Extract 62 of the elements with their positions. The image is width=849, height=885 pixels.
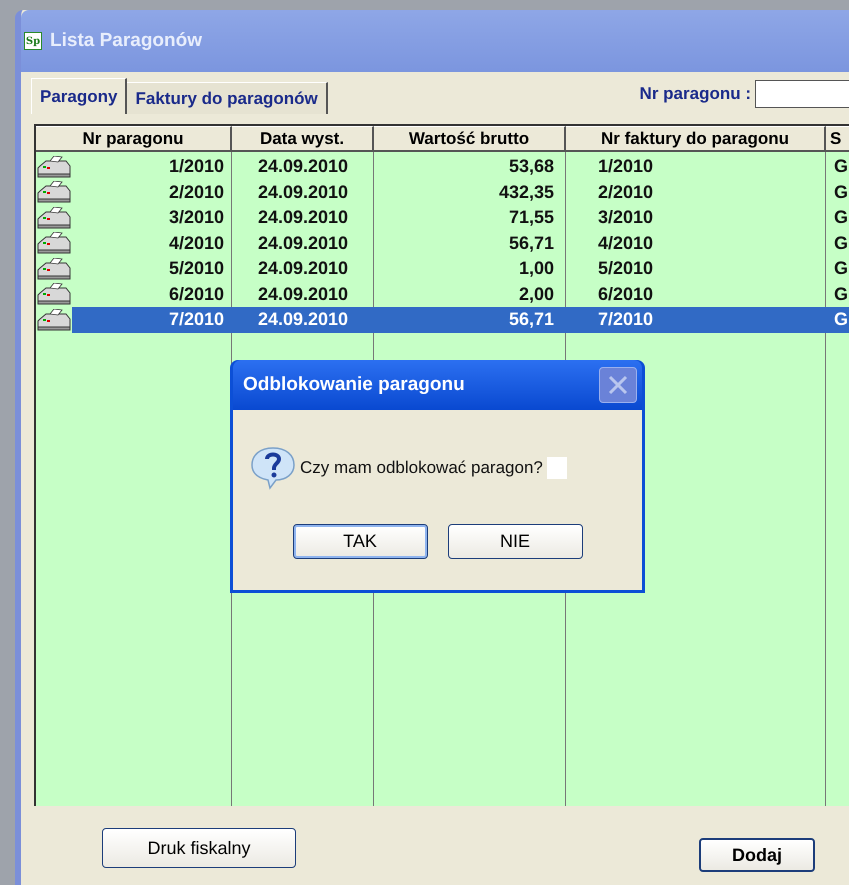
fiscal-print-button[interactable]: Druk fiskalny xyxy=(102,828,296,868)
table-cell-text: G xyxy=(833,155,849,178)
table-row[interactable]: 2/2010 24.09.2010 432,35 2/2010 G xyxy=(36,180,849,205)
table-cell-text: 71,55 xyxy=(508,206,555,229)
table-cell-text: 53,68 xyxy=(508,155,555,178)
table-cell-text: G xyxy=(833,206,849,229)
blank-square xyxy=(546,457,567,479)
table-cell-text: 24.09.2010 xyxy=(256,155,350,178)
table-cell: 24.09.2010 xyxy=(232,307,374,332)
table-cell-text: 432,35 xyxy=(498,180,555,204)
table-cell-text: 4/2010 xyxy=(168,232,225,254)
table-row[interactable]: 1/2010 24.09.2010 53,68 1/2010 G xyxy=(36,154,849,180)
dialog-button[interactable]: NIE xyxy=(448,524,582,559)
column-header[interactable]: S xyxy=(826,126,849,152)
table-cell-text: 24.09.2010 xyxy=(256,206,350,229)
table-cell-text: 6/2010 xyxy=(168,282,225,306)
table-cell: 7/2010 xyxy=(72,307,232,332)
table-cell-text: 56,71 xyxy=(508,232,555,254)
tab[interactable]: Paragony xyxy=(31,78,128,114)
table-cell-text: 3/2010 xyxy=(597,206,654,229)
column-header[interactable]: Wartość brutto xyxy=(374,126,566,152)
dialog-title: Odblokowanie paragonu xyxy=(243,372,465,397)
search-field[interactable] xyxy=(755,80,849,108)
tab[interactable]: Faktury do paragonów xyxy=(127,82,328,114)
table-cell-text: 5/2010 xyxy=(597,257,654,280)
window-title: Lista Paragonów xyxy=(50,28,202,53)
table-cell-text: 24.09.2010 xyxy=(256,180,350,204)
add-button[interactable]: Dodaj xyxy=(699,838,815,872)
table-cell-text: 1,00 xyxy=(518,257,555,280)
close-icon xyxy=(608,375,628,395)
table-cell-text: 2/2010 xyxy=(597,180,654,204)
table-cell-text: G xyxy=(833,282,849,306)
column-header[interactable]: Nr paragonu xyxy=(36,126,232,152)
table-row[interactable]: 3/2010 24.09.2010 71,55 3/2010 G xyxy=(36,205,849,230)
table-cell-text: 1/2010 xyxy=(597,155,654,178)
table-cell-text: G xyxy=(833,257,849,280)
table-row[interactable]: 5/2010 24.09.2010 1,00 5/2010 G xyxy=(36,256,849,282)
dialog-button[interactable]: TAK xyxy=(292,524,428,559)
column-header[interactable]: Data wyst. xyxy=(232,126,374,152)
table-cell: 7/2010 xyxy=(566,307,826,332)
table-cell-text: 5/2010 xyxy=(168,257,225,280)
table-cell-text: 2/2010 xyxy=(168,180,225,204)
table-row[interactable]: 7/2010 24.09.2010 56,71 7/2010 G xyxy=(36,307,849,332)
table-cell-text: 2,00 xyxy=(518,282,555,306)
app-logo: Sp xyxy=(24,32,42,50)
question-icon xyxy=(250,446,296,490)
table-cell-text: 24.09.2010 xyxy=(256,282,350,306)
table-cell-text: 24.09.2010 xyxy=(256,257,350,280)
table-row[interactable]: 6/2010 24.09.2010 2,00 6/2010 G xyxy=(36,282,849,307)
table-cell: G xyxy=(826,307,849,332)
dialog-message: Czy mam odblokować paragon? xyxy=(300,457,543,480)
column-header[interactable]: Nr faktury do paragonu xyxy=(566,126,826,152)
table-cell-text: 3/2010 xyxy=(168,206,225,229)
table-cell-text: G xyxy=(833,232,849,254)
table-cell-text: 6/2010 xyxy=(597,282,654,306)
search-label: Nr paragonu : xyxy=(640,83,751,106)
table-row[interactable]: 4/2010 24.09.2010 56,71 4/2010 G xyxy=(36,230,849,256)
table-cell-text: 4/2010 xyxy=(597,232,654,254)
table-cell-text: 1/2010 xyxy=(168,155,225,178)
table-cell-text: 24.09.2010 xyxy=(256,232,350,254)
table-cell: 56,71 xyxy=(374,307,566,332)
table-cell-text: G xyxy=(833,180,849,204)
